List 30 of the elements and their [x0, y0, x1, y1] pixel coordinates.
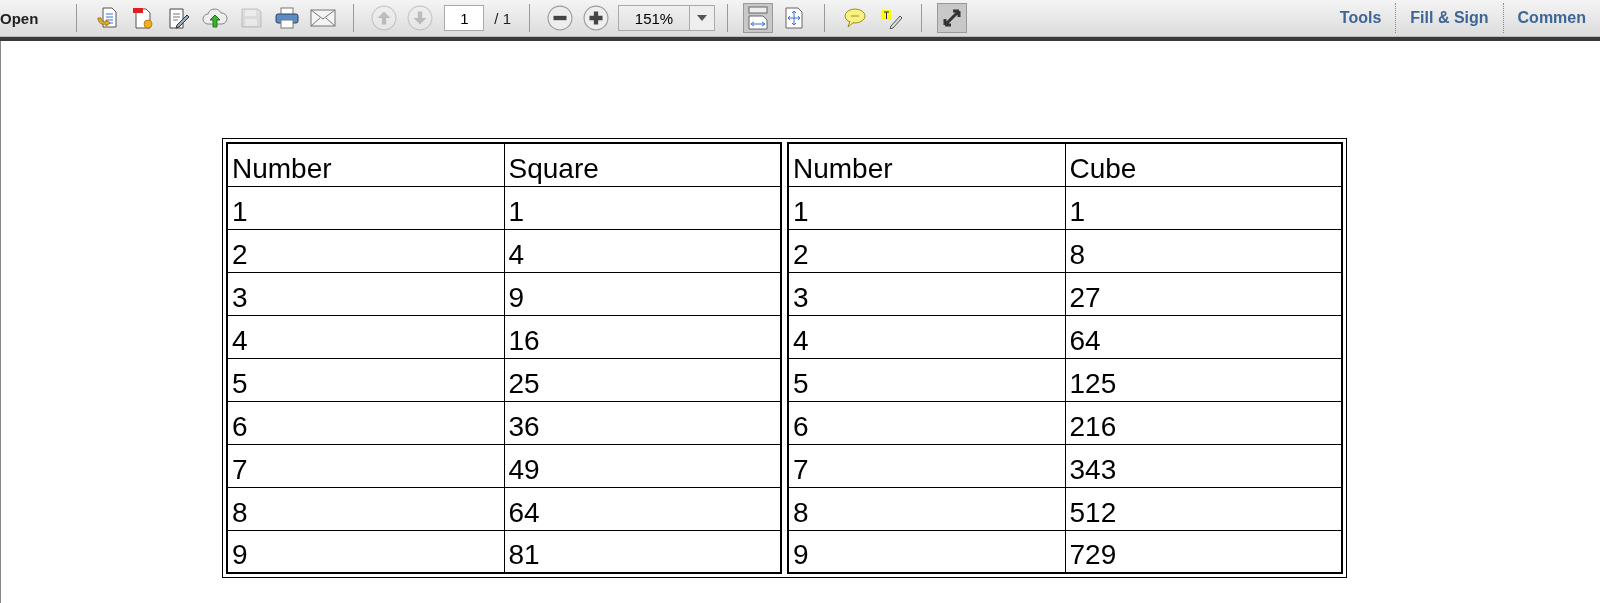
toolbar-tab[interactable]: Commen	[1503, 9, 1600, 27]
table-cell: 5	[788, 358, 1065, 401]
column-header: Number	[788, 143, 1065, 186]
zoom-out-icon[interactable]	[545, 3, 576, 33]
fit-width-icon[interactable]	[743, 3, 774, 33]
table-cell: 8	[227, 487, 504, 530]
table-cell: 6	[788, 401, 1065, 444]
table-cell: 4	[788, 315, 1065, 358]
table-cell: 1	[788, 186, 1065, 229]
table-cell: 6	[227, 401, 504, 444]
column-header: Number	[227, 143, 504, 186]
page-number-field[interactable]: 1	[444, 5, 485, 31]
table-cell: 1	[227, 186, 504, 229]
table-cell: 2	[227, 229, 504, 272]
toolbar-tab[interactable]: Fill & Sign	[1396, 9, 1503, 27]
open-button[interactable]: Open	[0, 9, 39, 27]
zoom-in-icon[interactable]	[581, 3, 612, 33]
toolbar-tab[interactable]: Tools	[1325, 9, 1396, 27]
page-total: / 1	[494, 9, 512, 27]
table-cell: 4	[227, 315, 504, 358]
table-cell: 7	[788, 444, 1065, 487]
table-cell: 3	[788, 272, 1065, 315]
caret-icon[interactable]	[697, 15, 708, 21]
table-cell: 2	[788, 229, 1065, 272]
table-cell: 7	[227, 444, 504, 487]
zoom-field[interactable]: 151%	[618, 5, 690, 31]
table-cell: 3	[227, 272, 504, 315]
expand-arrows-icon[interactable]	[937, 3, 968, 33]
table-cell: 5	[227, 358, 504, 401]
table-cell: 8	[788, 487, 1065, 530]
